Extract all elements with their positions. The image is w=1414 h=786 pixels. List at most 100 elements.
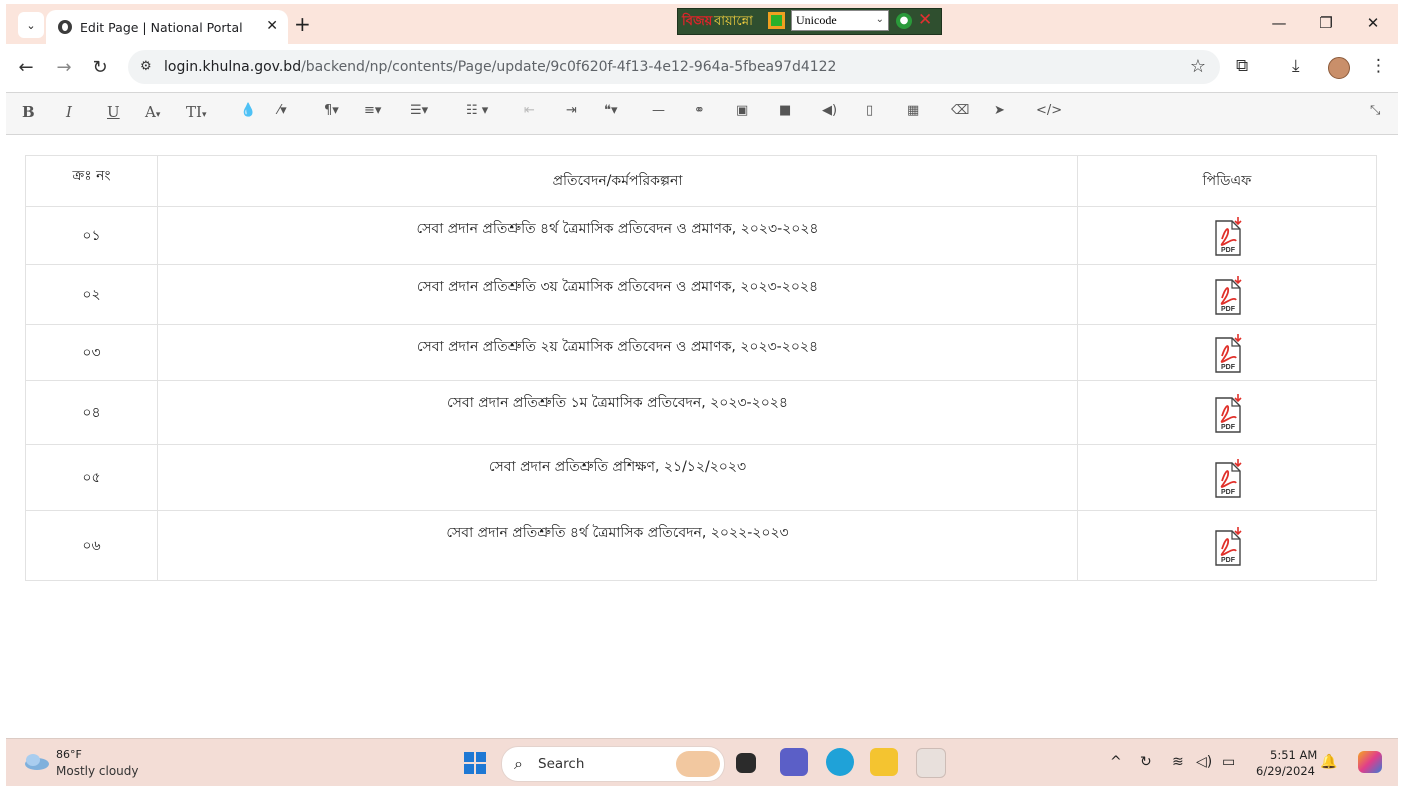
wifi-icon[interactable]: ≋ [1172, 754, 1184, 770]
weather-temperature[interactable]: 86°F [56, 748, 82, 761]
edge-icon[interactable] [826, 748, 854, 776]
quote-icon[interactable]: ❝▾ [604, 103, 618, 118]
download-icon[interactable]: ⤓ [1292, 56, 1300, 76]
italic-button[interactable]: I [66, 103, 72, 121]
svg-text:PDF: PDF [1221, 489, 1236, 496]
notification-bell-icon[interactable]: 🔔 [1320, 754, 1337, 770]
tab-title: Edit Page | National Portal [80, 20, 243, 35]
table-row: ০১ সেবা প্রদান প্রতিশ্রুতি ৪র্থ ত্রৈমাসিক… [25, 206, 1377, 265]
table-row: ০৩ সেবা প্রদান প্রতিশ্রুতি ২য় ত্রৈমাসিক … [25, 324, 1377, 381]
row-title[interactable]: সেবা প্রদান প্রতিশ্রুতি ৩য় ত্রৈমাসিক প্… [157, 264, 1078, 325]
row-serial: ০৪ [25, 380, 158, 445]
serial-header: ক্রঃ নং [25, 155, 158, 207]
close-window-button[interactable]: ✕ [1358, 14, 1388, 32]
bangla-keyboard-widget: বিজয় বায়ান্নো Unicode ⌄ ● ✕ [677, 8, 942, 35]
row-serial: ০৫ [25, 444, 158, 511]
close-icon[interactable]: ✕ [918, 10, 932, 30]
forward-arrow-icon[interactable]: → [52, 57, 76, 78]
outdent-icon[interactable]: ⇤ [524, 103, 535, 118]
copilot-icon[interactable] [1358, 751, 1382, 773]
minimize-button[interactable]: — [1264, 14, 1294, 32]
code-view-icon[interactable]: </> [1036, 103, 1062, 118]
video-icon[interactable]: ■ [779, 103, 791, 118]
pdf-download-icon[interactable]: PDF [1214, 216, 1242, 256]
bookmark-star-icon[interactable]: ☆ [1190, 56, 1206, 77]
reload-icon[interactable]: ↻ [88, 57, 112, 78]
mode-toggle-icon[interactable] [768, 12, 785, 29]
collapse-icon[interactable]: ⤡ [1370, 103, 1380, 118]
eraser-icon[interactable]: ⌫ [951, 103, 969, 118]
windows-start-icon[interactable] [464, 752, 486, 774]
image-icon[interactable]: ▣ [736, 103, 748, 118]
row-title[interactable]: সেবা প্রদান প্রতিশ্রুতি প্রশিক্ষণ, ২১/১২… [157, 444, 1078, 511]
svg-text:PDF: PDF [1221, 247, 1236, 254]
underline-button[interactable]: U [107, 103, 120, 121]
battery-icon[interactable]: ▭ [1222, 754, 1235, 770]
file-icon[interactable]: ▯ [866, 103, 873, 118]
table-header-row: ক্রঃ নং প্রতিবেদন/কর্মপরিকল্পনা পিডিএফ [25, 155, 1377, 207]
font-color-button[interactable]: A▾ [145, 103, 160, 121]
cursor-icon[interactable]: ➤ [994, 103, 1005, 118]
volume-icon[interactable]: ◁) [1196, 754, 1212, 770]
browser-toolbar: ← → ↻ ⚙ login.khulna.gov.bd/backend/np/c… [6, 44, 1398, 92]
row-title[interactable]: সেবা প্রদান প্রতিশ্রুতি ৪র্থ ত্রৈমাসিক প… [157, 510, 1078, 581]
browser-title-bar: ⌄ Edit Page | National Portal ✕ + বিজয় … [6, 4, 1398, 46]
font-size-button[interactable]: TI▾ [186, 103, 206, 121]
chevron-up-icon[interactable]: ^ [1110, 754, 1122, 770]
url-text[interactable]: login.khulna.gov.bd/backend/np/contents/… [164, 59, 836, 75]
audio-icon[interactable]: ◀) [822, 103, 837, 118]
file-explorer-icon[interactable] [870, 748, 898, 776]
pdf-download-icon[interactable]: PDF [1214, 393, 1242, 433]
teams-icon[interactable] [780, 748, 808, 776]
tab-search-button[interactable]: ⌄ [18, 12, 44, 38]
clock-time[interactable]: 5:51 AM [1270, 748, 1317, 762]
svg-text:PDF: PDF [1221, 306, 1236, 313]
row-title[interactable]: সেবা প্রদান প্রতিশ্রুতি ১ম ত্রৈমাসিক প্র… [157, 380, 1078, 445]
chrome-icon[interactable] [916, 748, 946, 778]
task-view-icon[interactable] [736, 753, 756, 773]
menu-kebab-icon[interactable]: ⋮ [1370, 56, 1387, 76]
row-pdf-cell: PDF [1077, 324, 1377, 381]
back-arrow-icon[interactable]: ← [14, 57, 38, 78]
table-row: ০৬ সেবা প্রদান প্রতিশ্রুতি ৪র্থ ত্রৈমাসিক… [25, 510, 1377, 581]
pdf-download-icon[interactable]: PDF [1214, 526, 1242, 566]
magic-wand-icon[interactable]: ⁄▾ [278, 103, 287, 118]
pdf-download-icon[interactable]: PDF [1214, 333, 1242, 373]
bold-button[interactable]: B [22, 103, 35, 121]
paragraph-icon[interactable]: ¶▾ [324, 103, 339, 118]
profile-avatar[interactable] [1328, 57, 1350, 79]
title-header: প্রতিবেদন/কর্মপরিকল্পনা [157, 155, 1078, 207]
svg-text:PDF: PDF [1221, 557, 1236, 564]
align-center-icon[interactable]: ≡▾ [364, 103, 381, 118]
restore-button[interactable]: ❐ [1311, 14, 1341, 32]
link-icon[interactable]: ⚭ [694, 103, 705, 118]
taskbar-search-box[interactable]: ⌕ Search [501, 746, 725, 782]
chevron-down-icon: ⌄ [875, 14, 884, 25]
unordered-list-icon[interactable]: ☷ ▾ [466, 103, 488, 118]
horizontal-rule-icon[interactable]: — [652, 103, 665, 118]
row-serial: ০১ [25, 206, 158, 265]
encoding-select[interactable]: Unicode ⌄ [791, 10, 889, 31]
table-icon[interactable]: ▦ [907, 103, 919, 118]
tab-close-icon[interactable]: ✕ [266, 18, 278, 34]
indent-icon[interactable]: ⇥ [566, 103, 577, 118]
weather-description[interactable]: Mostly cloudy [56, 764, 139, 778]
browser-tab[interactable]: Edit Page | National Portal ✕ [46, 10, 288, 46]
clock-date[interactable]: 6/29/2024 [1256, 764, 1315, 778]
row-serial: ০৩ [25, 324, 158, 381]
download-icon[interactable]: ● [896, 13, 912, 29]
site-settings-icon[interactable]: ⚙ [140, 59, 152, 74]
address-bar[interactable]: ⚙ login.khulna.gov.bd/backend/np/content… [128, 50, 1220, 84]
ordered-list-icon[interactable]: ☰▾ [410, 103, 428, 118]
pdf-download-icon[interactable]: PDF [1214, 275, 1242, 315]
new-tab-button[interactable]: + [294, 14, 311, 34]
extensions-icon[interactable]: ⧉ [1236, 56, 1248, 76]
row-title[interactable]: সেবা প্রদান প্রতিশ্রুতি ২য় ত্রৈমাসিক প্… [157, 324, 1078, 381]
sync-icon[interactable]: ↻ [1140, 754, 1152, 770]
drop-icon[interactable]: 💧 [240, 103, 256, 118]
taskbar-search-label: Search [538, 756, 585, 772]
row-title[interactable]: সেবা প্রদান প্রতিশ্রুতি ৪র্থ ত্রৈমাসিক প… [157, 206, 1078, 265]
keyboard-layout-name[interactable]: বায়ান্নো [714, 12, 753, 33]
pdf-download-icon[interactable]: PDF [1214, 458, 1242, 498]
cloud-icon [25, 754, 49, 770]
